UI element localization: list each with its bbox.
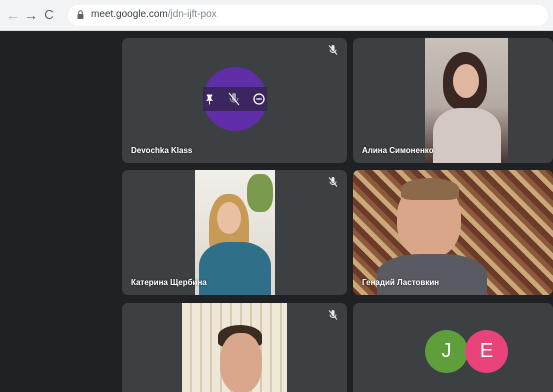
person-face <box>453 64 479 98</box>
participant-name: Катерина Щербина <box>131 278 207 287</box>
participant-tile[interactable]: J E <box>353 303 553 392</box>
person-body <box>377 254 487 295</box>
video-feed <box>353 170 553 295</box>
pin-icon[interactable] <box>205 93 214 105</box>
muted-mic-icon <box>328 310 338 320</box>
remove-icon[interactable] <box>253 93 265 105</box>
participant-tile[interactable]: Катерина Щербина <box>122 170 347 295</box>
avatar-e: E <box>465 330 508 373</box>
back-arrow-icon[interactable]: ← <box>4 6 22 24</box>
url-path: /jdn-ijft-pox <box>167 9 217 20</box>
person-body <box>199 242 271 295</box>
avatar-initial: J <box>441 340 452 362</box>
video-feed <box>195 170 275 295</box>
person-face <box>217 202 241 234</box>
participant-tile[interactable] <box>122 303 347 392</box>
participant-name: Алина Симоненко <box>362 146 434 155</box>
participant-tile[interactable]: Алина Симоненко <box>353 38 553 163</box>
participant-name: Devochka Klass <box>131 146 193 155</box>
avatar-j: J <box>425 330 468 373</box>
person-hair <box>401 178 459 200</box>
browser-toolbar: ← → C meet.google.com/jdn-ijft-pox <box>0 0 553 31</box>
participant-tile[interactable]: Генадий Ластовкин <box>353 170 553 295</box>
mute-mic-icon[interactable] <box>228 92 240 106</box>
lock-icon <box>77 10 84 19</box>
url-host: meet.google.com <box>91 9 168 20</box>
participant-tile[interactable]: Devochka Klass <box>122 38 347 163</box>
left-blank-area <box>0 31 118 392</box>
plant-decoration <box>247 174 273 212</box>
participant-name: Генадий Ластовкин <box>362 278 440 287</box>
person-body <box>433 108 501 163</box>
address-bar[interactable]: meet.google.com/jdn-ijft-pox <box>68 5 548 26</box>
muted-mic-icon <box>328 177 338 187</box>
video-feed <box>425 38 508 163</box>
forward-arrow-icon[interactable]: → <box>22 6 40 24</box>
muted-mic-icon <box>328 45 338 55</box>
video-feed <box>182 303 287 392</box>
url-text: meet.google.com/jdn-ijft-pox <box>91 9 217 20</box>
avatar-initial: E <box>479 340 494 362</box>
person-face <box>220 333 262 392</box>
reload-icon[interactable]: C <box>40 6 58 24</box>
